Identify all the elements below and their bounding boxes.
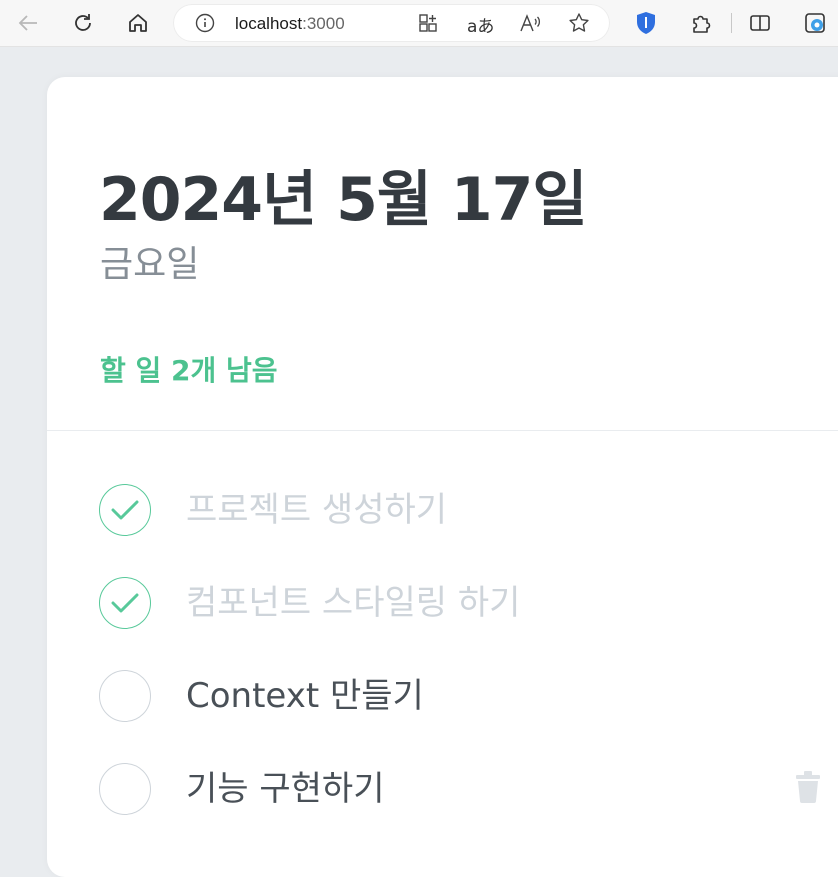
todo-checkbox[interactable] xyxy=(99,763,151,815)
checkmark-icon xyxy=(111,593,139,613)
password-manager-extension[interactable] xyxy=(631,8,661,38)
favorite-star-icon[interactable] xyxy=(568,12,590,38)
header-divider xyxy=(47,430,838,431)
tasks-remaining: 할 일 2개 남음 xyxy=(100,354,278,387)
app-available-icon[interactable] xyxy=(418,13,438,37)
todo-template: 2024년 5월 17일 금요일 할 일 2개 남음 프로젝트 생성하기 컴포넌… xyxy=(47,77,838,877)
back-arrow-icon xyxy=(18,15,37,31)
back-button[interactable] xyxy=(13,8,43,38)
home-button[interactable] xyxy=(123,8,153,38)
toolbar-separator xyxy=(731,13,732,33)
reload-icon xyxy=(75,14,91,31)
home-icon xyxy=(129,14,147,32)
todo-item[interactable]: 기능 구현하기 xyxy=(47,749,838,829)
todo-item[interactable]: 컴포넌트 스타일링 하기 xyxy=(47,563,838,643)
date-heading: 2024년 5월 17일 xyxy=(99,165,588,235)
extensions-button[interactable] xyxy=(686,8,716,38)
todo-text: Context 만들기 xyxy=(186,676,424,716)
todo-text: 프로젝트 생성하기 xyxy=(186,490,448,530)
translate-icon[interactable]: aあ xyxy=(467,12,494,37)
site-info-icon[interactable] xyxy=(195,13,215,37)
trash-icon xyxy=(796,771,820,803)
url-host: localhost xyxy=(235,14,303,33)
edge-icon xyxy=(805,13,825,33)
todo-item[interactable]: Context 만들기 xyxy=(47,656,838,736)
browser-toolbar: localhost:3000 aあ xyxy=(0,0,838,47)
todo-text: 기능 구현하기 xyxy=(186,769,385,809)
todo-checkbox[interactable] xyxy=(99,670,151,722)
url-text: localhost:3000 xyxy=(235,14,345,34)
reload-button[interactable] xyxy=(68,8,98,38)
delete-button[interactable] xyxy=(793,767,823,807)
address-bar[interactable]: localhost:3000 aあ xyxy=(173,4,610,42)
todo-item[interactable]: 프로젝트 생성하기 xyxy=(47,470,838,550)
todo-checkbox[interactable] xyxy=(99,484,151,536)
url-port: :3000 xyxy=(302,14,345,33)
read-aloud-icon[interactable] xyxy=(519,13,541,37)
split-screen-icon xyxy=(750,15,770,31)
puzzle-icon xyxy=(693,15,711,33)
edge-collections-button[interactable] xyxy=(800,8,830,38)
todo-checkbox[interactable] xyxy=(99,577,151,629)
day-of-week: 금요일 xyxy=(100,244,200,285)
todo-text: 컴포넌트 스타일링 하기 xyxy=(186,583,521,623)
checkmark-icon xyxy=(111,500,139,520)
shield-icon xyxy=(637,12,655,34)
split-screen-button[interactable] xyxy=(745,8,775,38)
